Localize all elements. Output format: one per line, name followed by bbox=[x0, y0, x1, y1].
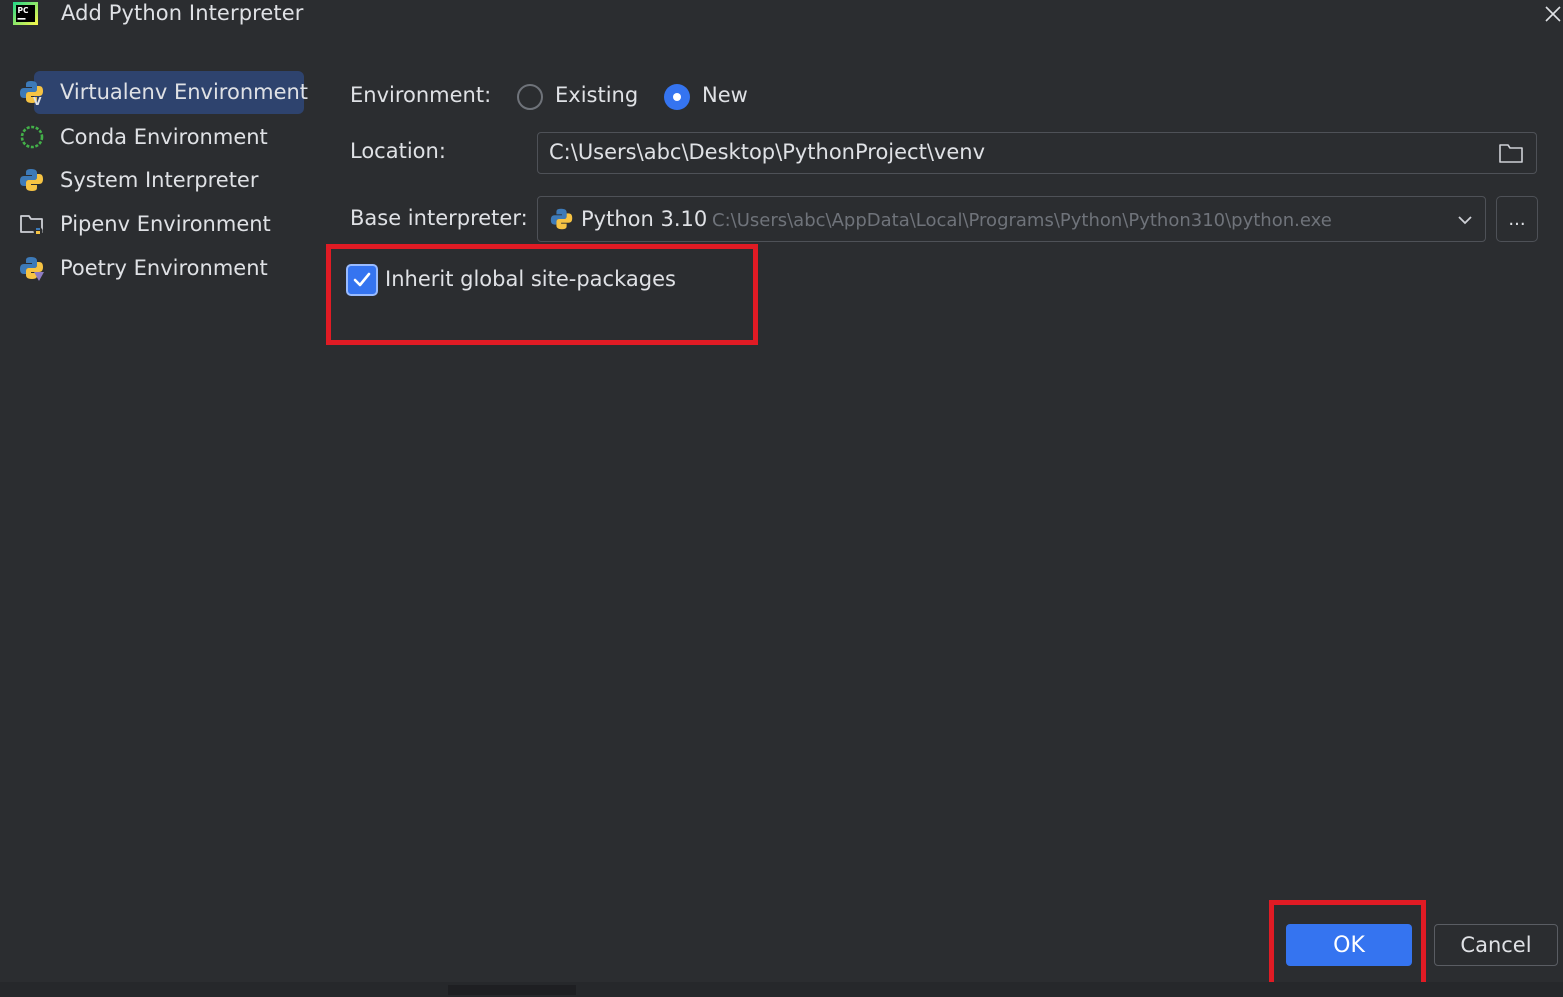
location-field[interactable]: C:\Users\abc\Desktop\PythonProject\venv bbox=[537, 132, 1537, 174]
sidebar-item-poetry[interactable]: Poetry Environment bbox=[16, 248, 302, 288]
base-interpreter-dropdown[interactable]: Python 3.10 C:\Users\abc\AppData\Local\P… bbox=[537, 196, 1486, 242]
folder-icon[interactable] bbox=[1498, 141, 1524, 169]
horizontal-scrollbar[interactable] bbox=[0, 982, 1563, 997]
sidebar-item-label: System Interpreter bbox=[60, 168, 259, 192]
python-icon bbox=[549, 206, 575, 236]
location-label: Location: bbox=[350, 139, 446, 163]
browse-interpreter-button[interactable]: ... bbox=[1496, 196, 1538, 242]
svg-text:PC: PC bbox=[18, 6, 29, 15]
sidebar-item-conda[interactable]: Conda Environment bbox=[16, 117, 302, 157]
base-interpreter-path: C:\Users\abc\AppData\Local\Programs\Pyth… bbox=[712, 210, 1332, 231]
pycharm-logo-icon: PC bbox=[13, 2, 38, 25]
sidebar-item-label: Poetry Environment bbox=[60, 256, 268, 280]
pipenv-folder-icon bbox=[18, 210, 46, 238]
location-value[interactable]: C:\Users\abc\Desktop\PythonProject\venv bbox=[549, 140, 985, 164]
sidebar-item-label: Virtualenv Environment bbox=[60, 80, 309, 104]
virtualenv-icon: V bbox=[18, 78, 46, 108]
ok-button[interactable]: OK bbox=[1286, 924, 1412, 966]
svg-text:V: V bbox=[33, 95, 42, 106]
environment-type-sidebar: V Virtualenv Environment Conda Environme… bbox=[0, 68, 310, 298]
sidebar-item-label: Conda Environment bbox=[60, 125, 268, 149]
new-radio-label[interactable]: New bbox=[702, 83, 748, 107]
base-interpreter-name: Python 3.10 bbox=[581, 207, 708, 231]
existing-radio[interactable] bbox=[517, 84, 543, 110]
environment-label: Environment: bbox=[350, 83, 492, 107]
sidebar-item-system[interactable]: System Interpreter bbox=[16, 160, 302, 200]
existing-radio-label[interactable]: Existing bbox=[555, 83, 638, 107]
chevron-down-icon[interactable] bbox=[1456, 211, 1474, 233]
cancel-button[interactable]: Cancel bbox=[1434, 924, 1558, 966]
dialog-title: Add Python Interpreter bbox=[61, 1, 304, 25]
sidebar-item-pipenv[interactable]: Pipenv Environment bbox=[16, 204, 302, 244]
python-icon bbox=[18, 166, 46, 194]
poetry-icon bbox=[18, 254, 46, 282]
close-icon[interactable] bbox=[1544, 5, 1562, 23]
highlight-box-checkbox bbox=[326, 244, 758, 345]
new-radio[interactable] bbox=[664, 84, 690, 110]
scrollbar-thumb[interactable] bbox=[448, 985, 576, 995]
base-interpreter-label: Base interpreter: bbox=[350, 206, 528, 230]
sidebar-item-virtualenv[interactable]: V Virtualenv Environment bbox=[16, 71, 308, 114]
title-bar: PC Add Python Interpreter bbox=[0, 0, 1563, 32]
conda-icon bbox=[18, 123, 46, 151]
sidebar-item-label: Pipenv Environment bbox=[60, 212, 271, 236]
